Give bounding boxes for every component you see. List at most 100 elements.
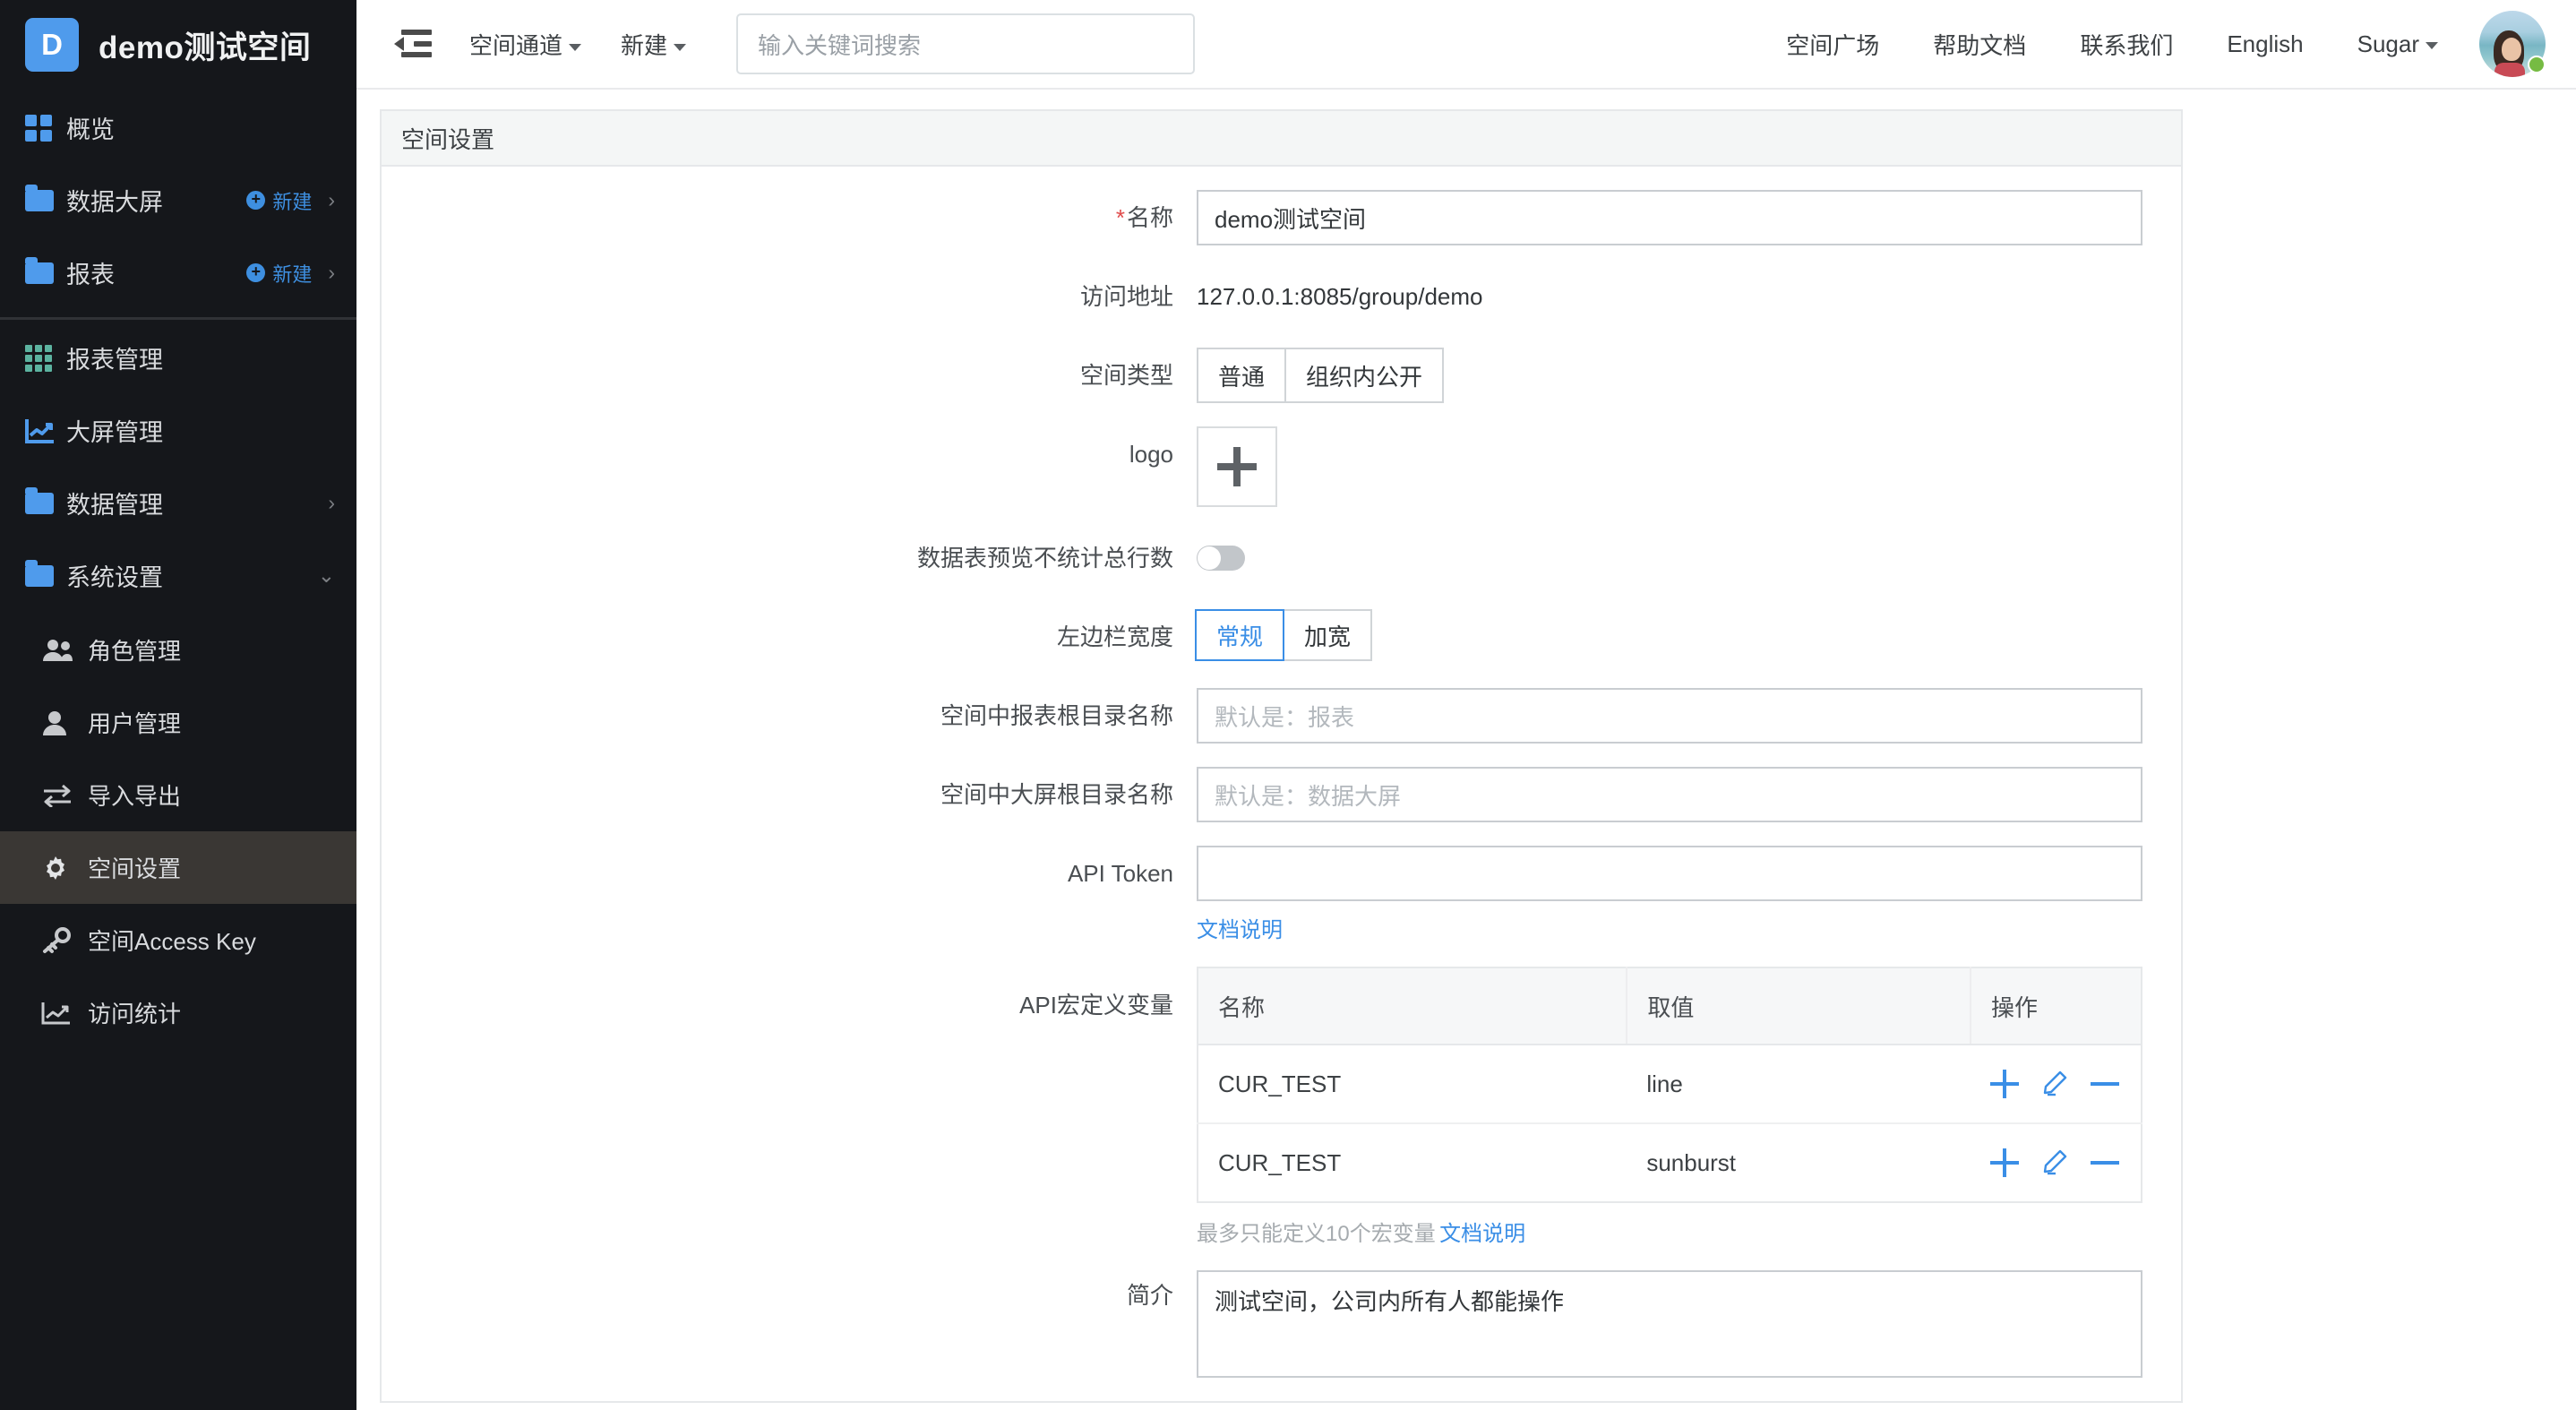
users-icon xyxy=(41,638,88,663)
form-row-name: *名称 demo测试空间 xyxy=(382,190,2181,245)
report-root-input[interactable]: 默认是：报表 xyxy=(1197,688,2142,744)
chevron-right-icon[interactable]: › xyxy=(328,262,335,283)
content-scroll-area: 空间设置 *名称 demo测试空间 访问地址 127.0.0.1:8085/gr… xyxy=(356,90,2576,1410)
settings-form: *名称 demo测试空间 访问地址 127.0.0.1:8085/group/d… xyxy=(382,167,2181,1378)
brand[interactable]: D demo测试空间 xyxy=(0,0,356,90)
folder-icon xyxy=(25,256,66,284)
label-report-root: 空间中报表根目录名称 xyxy=(940,702,1173,729)
topbar-link-label: 新建 xyxy=(621,31,668,59)
sidebar-item-system-settings[interactable]: 系统设置 ⌄ xyxy=(0,539,356,612)
label-name: *名称 xyxy=(1115,204,1173,231)
search-input[interactable]: 输入关键词搜索 xyxy=(736,13,1196,74)
sidebar-secondary-nav: 报表管理 大屏管理 数据管理 › 系统设置 ⌄ xyxy=(0,320,356,612)
gear-icon xyxy=(41,854,88,882)
form-row-sidebar-width: 左边栏宽度 常规 加宽 xyxy=(382,609,2181,665)
url-value: 127.0.0.1:8085/group/demo xyxy=(1197,283,1483,310)
table-row: CUR_TEST line xyxy=(1198,1045,2142,1124)
avatar[interactable] xyxy=(2479,11,2546,77)
macro-name-cell: CUR_TEST xyxy=(1198,1045,1627,1124)
space-type-option-org-public[interactable]: 组织内公开 xyxy=(1286,349,1443,401)
sidebar-item-access-key[interactable]: 空间Access Key xyxy=(0,904,356,976)
api-token-doc-link[interactable]: 文档说明 xyxy=(1197,918,1283,942)
topbar-link-space-channel[interactable]: 空间通道 xyxy=(469,28,582,61)
plus-icon[interactable] xyxy=(1990,1069,2021,1099)
macro-actions-cell xyxy=(1971,1123,2142,1202)
sidebar-item-reports[interactable]: 报表 + 新建 › xyxy=(0,236,356,309)
status-badge xyxy=(2528,56,2546,73)
label-space-type: 空间类型 xyxy=(1079,362,1173,389)
sidebar-item-space-settings[interactable]: 空间设置 xyxy=(0,831,356,904)
form-row-logo: logo xyxy=(382,426,2181,507)
grid-4-icon xyxy=(25,114,66,142)
sidebar-item-import-export[interactable]: 导入导出 xyxy=(0,759,356,831)
sidebar-item-data-screen[interactable]: 数据大屏 + 新建 › xyxy=(0,164,356,236)
topbar-link-space-plaza[interactable]: 空间广场 xyxy=(1786,28,1879,61)
sidebar-item-label: 大屏管理 xyxy=(66,419,163,446)
space-type-segmented: 普通 组织内公开 xyxy=(1197,348,1445,403)
sidebar-item-report-management[interactable]: 报表管理 xyxy=(0,322,356,394)
macro-value-cell: line xyxy=(1627,1045,1971,1124)
edit-pencil-icon[interactable] xyxy=(2040,1069,2071,1099)
label-url: 访问地址 xyxy=(1079,283,1173,310)
folder-icon xyxy=(25,559,66,587)
space-type-option-normal[interactable]: 普通 xyxy=(1198,349,1287,401)
sidebar-item-label: 用户管理 xyxy=(88,710,182,737)
sidebar-width-option-wide[interactable]: 加宽 xyxy=(1283,609,1373,661)
macro-doc-link[interactable]: 文档说明 xyxy=(1439,1222,1525,1246)
chevron-right-icon[interactable]: › xyxy=(328,493,335,513)
form-row-macro-vars: API宏定义变量 名称 取值 操作 CUR_TEST line CUR_TEST… xyxy=(382,967,2181,1247)
macro-value-cell: sunburst xyxy=(1646,1148,1737,1176)
name-input[interactable]: demo测试空间 xyxy=(1197,190,2142,245)
topbar-link-new[interactable]: 新建 xyxy=(621,28,687,61)
minus-icon[interactable] xyxy=(2091,1148,2121,1178)
folder-icon xyxy=(25,486,66,514)
chevron-down-icon[interactable]: ⌄ xyxy=(318,565,335,586)
folder-icon xyxy=(25,184,66,211)
sidebar-width-segmented: 常规 加宽 xyxy=(1195,609,1373,661)
sidebar-item-label: 报表 xyxy=(66,262,115,288)
sidebar-item-label: 概览 xyxy=(66,116,115,143)
topbar-link-help-docs[interactable]: 帮助文档 xyxy=(1933,28,2026,61)
topbar-link-english[interactable]: English xyxy=(2227,30,2303,58)
minus-icon[interactable] xyxy=(2091,1069,2121,1099)
chart-line-icon xyxy=(25,417,66,444)
sidebar-item-overview[interactable]: 概览 xyxy=(0,91,356,164)
topbar-link-label: 空间通道 xyxy=(469,31,563,59)
sidebar-item-access-stats[interactable]: 访问统计 xyxy=(0,976,356,1049)
collapse-sidebar-icon[interactable] xyxy=(394,24,434,64)
table-row: CUR_TEST sunburst xyxy=(1198,1123,2142,1202)
form-row-report-root: 空间中报表根目录名称 默认是：报表 xyxy=(382,688,2181,744)
table-header-row: 名称 取值 操作 xyxy=(1198,967,2142,1045)
sidebar-item-screen-management[interactable]: 大屏管理 xyxy=(0,394,356,467)
new-label: 新建 xyxy=(272,262,313,286)
chevron-down-icon xyxy=(569,43,582,51)
new-label: 新建 xyxy=(272,190,313,213)
label-sidebar-width: 左边栏宽度 xyxy=(1056,623,1173,650)
chevron-right-icon[interactable]: › xyxy=(328,190,335,211)
preview-count-toggle[interactable] xyxy=(1197,546,1245,571)
sidebar-item-user-management[interactable]: 用户管理 xyxy=(0,686,356,759)
chevron-down-icon xyxy=(674,43,687,51)
sidebar-item-data-management[interactable]: 数据管理 › xyxy=(0,467,356,539)
topbar-user-menu[interactable]: Sugar xyxy=(2357,30,2438,58)
app-root: D demo测试空间 概览 数据大屏 + 新建 › 报表 + 新建 › 报表管理… xyxy=(0,0,2576,1410)
api-token-input[interactable] xyxy=(1197,846,2142,901)
sidebar-item-role-management[interactable]: 角色管理 xyxy=(0,614,356,686)
edit-pencil-icon[interactable] xyxy=(2040,1148,2071,1178)
plus-icon[interactable] xyxy=(1990,1148,2021,1178)
macro-table: 名称 取值 操作 CUR_TEST line CUR_TEST sunburst xyxy=(1197,967,2142,1203)
intro-textarea[interactable]: 测试空间，公司内所有人都能操作 xyxy=(1197,1270,2142,1378)
macro-actions-cell xyxy=(1971,1045,2142,1124)
sidebar-width-option-normal[interactable]: 常规 xyxy=(1195,609,1285,661)
sidebar-item-label: 系统设置 xyxy=(66,564,163,591)
topbar-link-contact-us[interactable]: 联系我们 xyxy=(2080,28,2173,61)
form-row-screen-root: 空间中大屏根目录名称 默认是：数据大屏 xyxy=(382,767,2181,822)
plus-circle-icon: + xyxy=(246,191,266,210)
new-data-screen-button[interactable]: + 新建 xyxy=(246,186,312,215)
logo-upload-button[interactable] xyxy=(1197,426,1277,507)
screen-root-input[interactable]: 默认是：数据大屏 xyxy=(1197,767,2142,822)
form-row-space-type: 空间类型 普通 组织内公开 xyxy=(382,348,2181,403)
sidebar-item-label: 数据大屏 xyxy=(66,189,163,216)
topbar-user-name: Sugar xyxy=(2357,30,2419,57)
new-report-button[interactable]: + 新建 xyxy=(246,259,312,288)
